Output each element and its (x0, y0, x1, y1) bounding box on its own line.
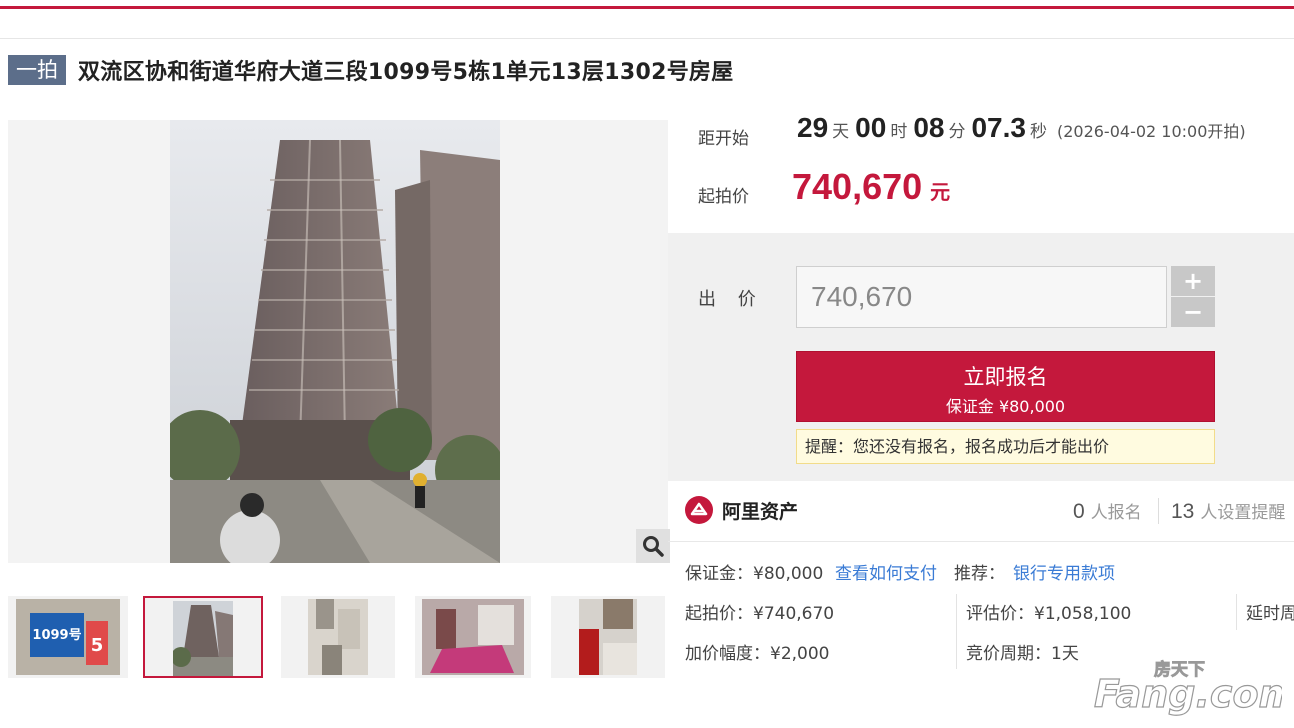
section-divider (668, 541, 1294, 542)
bid-label: 出 价 (698, 289, 764, 310)
countdown-label: 距开始 (698, 129, 749, 149)
register-now-label: 立即报名 (963, 365, 1048, 389)
bid-panel: 出 价 740,670 + − 立即报名 保证金 ¥80,000 提醒：您还没有… (668, 233, 1294, 481)
appraisal-price: 评估价：¥1,058,100 (966, 604, 1132, 624)
registration-reminder: 提醒：您还没有报名，报名成功后才能出价 (796, 429, 1215, 464)
deposit-info: 保证金：¥80,000 (685, 564, 824, 584)
starting-price-unit: 元 (930, 180, 951, 204)
magnifier-icon (643, 536, 664, 557)
increase-bid-button[interactable]: + (1171, 266, 1215, 296)
brand[interactable]: 阿里资产 (684, 495, 798, 525)
signup-count-label: 人报名 (1090, 503, 1142, 523)
countdown-days: 29 (797, 112, 829, 143)
how-to-pay-link[interactable]: 查看如何支付 (835, 559, 937, 584)
thumbnail-strip: 1099号 5 (8, 596, 668, 680)
signup-count: 0 人报名 (1073, 498, 1142, 524)
thumbnail-2[interactable] (143, 596, 263, 678)
thumbnail-4[interactable] (415, 596, 531, 678)
reminder-count-label: 人设置提醒 (1200, 503, 1286, 523)
watermark-en: Fang.com (1094, 672, 1282, 716)
reminder-count-value: 13 (1171, 500, 1195, 523)
sign-text: 1099号 (32, 628, 81, 643)
detail-divider-2 (1236, 594, 1237, 630)
countdown-days-unit: 天 (832, 122, 850, 142)
thumbnail-3[interactable] (281, 596, 395, 678)
main-image-viewer[interactable] (8, 120, 670, 563)
countdown-seconds: 07.3 (971, 112, 1026, 143)
starting-price-value: 740,670 (792, 166, 923, 207)
bidding-cycle: 竞价周期：1天 (966, 644, 1079, 664)
ali-asset-logo-icon (685, 496, 713, 524)
countdown-hours-unit: 时 (890, 122, 908, 142)
countdown-timer: 29 天 00 时 08 分 07.3 秒 (2026-04-02 10:00开… (797, 112, 1246, 144)
bid-amount-input[interactable]: 740,670 (796, 266, 1167, 328)
countdown-hours: 00 (855, 112, 887, 143)
start-price-detail: 起拍价：¥740,670 (685, 604, 835, 624)
thumbnail-1[interactable]: 1099号 5 (8, 596, 128, 678)
signup-count-value: 0 (1073, 500, 1085, 523)
zoom-button[interactable] (636, 529, 670, 563)
register-now-button[interactable]: 立即报名 保证金 ¥80,000 (796, 351, 1215, 422)
title-row: 一拍 双流区协和街道华府大道三段1099号5栋1单元13层1302号房屋 (8, 55, 734, 85)
decrease-bid-button[interactable]: − (1171, 297, 1215, 327)
thumbnail-5[interactable] (551, 596, 665, 678)
starting-price-label: 起拍价 (698, 187, 749, 207)
sign-extra: 5 (91, 635, 104, 656)
brand-name: 阿里资产 (722, 500, 799, 523)
auction-round-badge: 一拍 (8, 55, 66, 85)
fang-watermark: 房天下 Fang.com (1093, 659, 1282, 717)
starting-price: 740,670 元 (792, 166, 950, 208)
detail-divider-1 (956, 594, 957, 669)
auction-start-time: (2026-04-02 10:00开拍) (1056, 122, 1246, 141)
deposit-amount-label: 保证金 ¥80,000 (945, 397, 1066, 416)
page-title: 双流区协和街道华府大道三段1099号5栋1单元13层1302号房屋 (78, 60, 734, 85)
bank-payment-link[interactable]: 银行专用款项 (1013, 559, 1115, 584)
stat-divider (1158, 498, 1159, 524)
main-photo (170, 120, 500, 563)
countdown-minutes: 08 (913, 112, 945, 143)
top-accent-line (0, 6, 1294, 9)
countdown-seconds-unit: 秒 (1029, 122, 1047, 142)
recommend-label: 推荐： (954, 564, 1005, 584)
countdown-minutes-unit: 分 (948, 122, 966, 142)
delay-period: 延时周 (1246, 604, 1294, 624)
header-divider (0, 38, 1294, 39)
reminder-count: 13 人设置提醒 (1171, 498, 1285, 524)
bid-increment: 加价幅度：¥2,000 (685, 644, 830, 664)
